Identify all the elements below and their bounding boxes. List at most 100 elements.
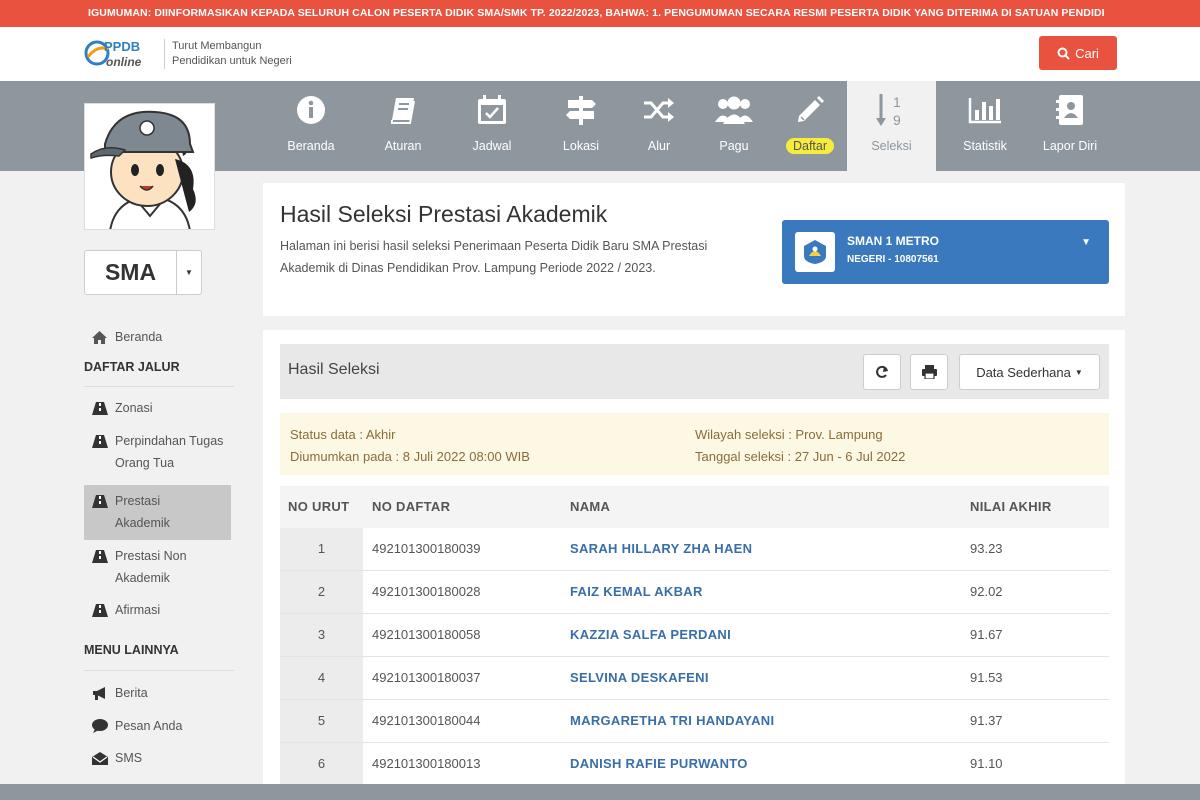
- nav-daftar[interactable]: Daftar: [768, 81, 852, 171]
- sidebar-item-prestasi-akademik[interactable]: Prestasi Akademik: [91, 490, 170, 534]
- selection-region: Wilayah seleksi : Prov. Lampung: [695, 427, 883, 442]
- sidebar-item-prestasi-non-akademik[interactable]: Prestasi Non Akademik: [91, 545, 187, 589]
- final-score: 91.37: [970, 713, 1003, 728]
- nav-alur[interactable]: Alur: [617, 81, 701, 171]
- student-name-link[interactable]: KAZZIA SALFA PERDANI: [570, 614, 731, 656]
- table-row: 4 492101300180037 SELVINA DESKAFENI 91.5…: [280, 657, 1109, 700]
- sidebar-item-sms[interactable]: SMS: [91, 747, 142, 769]
- logo-divider: [164, 39, 165, 69]
- search-button[interactable]: Cari: [1039, 36, 1117, 70]
- svg-text:online: online: [106, 55, 142, 69]
- student-name-link[interactable]: MARGARETHA TRI HANDAYANI: [570, 700, 774, 742]
- signpost-icon: [566, 96, 596, 125]
- col-no-urut: NO URUT: [288, 499, 350, 514]
- student-name-link[interactable]: SARAH HILLARY ZHA HAEN: [570, 528, 752, 570]
- nav-beranda[interactable]: Beranda: [269, 81, 353, 171]
- road-icon: [91, 401, 108, 415]
- registration-number: 492101300180013: [372, 756, 481, 771]
- panel-title: Hasil Seleksi: [288, 361, 380, 378]
- table-header: NO URUT NO DAFTAR NAMA NILAI AKHIR: [280, 486, 1109, 528]
- sidebar-item-label: Prestasi Non: [115, 549, 187, 563]
- nav-pagu[interactable]: Pagu: [692, 81, 776, 171]
- sort-numeric-icon: 19: [875, 94, 901, 128]
- col-nilai-akhir: NILAI AKHIR: [970, 499, 1052, 514]
- registration-number: 492101300180037: [372, 670, 481, 685]
- road-icon: [91, 549, 108, 563]
- sidebar-section-menu: MENU LAINNYA: [84, 643, 179, 657]
- row-number: 1: [280, 528, 363, 570]
- home-icon: [92, 330, 107, 344]
- registration-number: 492101300180039: [372, 541, 481, 556]
- sidebar-item-label-2: Orang Tua: [115, 456, 175, 470]
- refresh-button[interactable]: [863, 354, 901, 390]
- school-npsn: NEGERI - 10807561: [847, 254, 939, 265]
- nav-jadwal[interactable]: Jadwal: [450, 81, 534, 171]
- sidebar-item-label: SMS: [115, 751, 143, 765]
- sidebar-item-afirmasi[interactable]: Afirmasi: [91, 599, 160, 621]
- final-score: 91.10: [970, 756, 1003, 771]
- student-name-link[interactable]: FAIZ KEMAL AKBAR: [570, 571, 703, 613]
- print-button[interactable]: [910, 354, 948, 390]
- info-icon: [297, 96, 325, 124]
- tut-wuri-handayani-logo: [804, 240, 826, 264]
- student-name-link[interactable]: DANISH RAFIE PURWANTO: [570, 743, 748, 785]
- svg-text:9: 9: [893, 112, 901, 128]
- sidebar-item-perpindahan-tugas[interactable]: Perpindahan Tugas Orang Tua: [91, 430, 223, 474]
- tagline-line-1: Turut Membangun: [172, 40, 262, 52]
- nav-aturan[interactable]: Aturan: [361, 81, 445, 171]
- view-mode-label: Data Sederhana: [976, 364, 1071, 380]
- row-number: 2: [280, 571, 363, 613]
- row-number: 4: [280, 657, 363, 699]
- ppdb-logo[interactable]: PPDB online: [84, 35, 160, 71]
- col-nama: NAMA: [570, 499, 611, 514]
- sidebar-item-label: Beranda: [115, 330, 163, 344]
- registration-number: 492101300180044: [372, 713, 481, 728]
- student-avatar-illustration: [90, 110, 196, 229]
- bar-chart-icon: [968, 98, 1001, 124]
- nav-label: Statistik: [963, 139, 1007, 153]
- nav-label: Beranda: [287, 139, 335, 153]
- sidebar-item-zonasi[interactable]: Zonasi: [91, 397, 153, 419]
- announced-date: Diumumkan pada : 8 Juli 2022 08:00 WIB: [290, 449, 530, 464]
- final-score: 93.23: [970, 541, 1003, 556]
- book-icon: [391, 98, 415, 124]
- level-select[interactable]: SMA ▼: [84, 250, 202, 295]
- bottom-bar: [0, 784, 1200, 800]
- caret-down-icon: ▼: [1074, 367, 1083, 377]
- row-number: 3: [280, 614, 363, 656]
- search-button-label: Cari: [1075, 45, 1099, 61]
- pencil-icon: [798, 96, 824, 122]
- selection-info-box: Status data : Akhir Diumumkan pada : 8 J…: [280, 413, 1109, 475]
- sidebar-item-pesan-anda[interactable]: Pesan Anda: [91, 715, 182, 737]
- nav-seleksi[interactable]: 19 Seleksi: [847, 81, 936, 171]
- final-score: 91.53: [970, 670, 1003, 685]
- school-name: SMAN 1 METRO: [847, 234, 940, 248]
- users-icon: [715, 96, 753, 124]
- sidebar-item-berita[interactable]: Berita: [91, 682, 148, 704]
- nav-lokasi[interactable]: Lokasi: [539, 81, 623, 171]
- shuffle-icon: [644, 98, 674, 122]
- page-title: Hasil Seleksi Prestasi Akademik: [280, 201, 608, 227]
- sidebar-item-beranda[interactable]: Beranda: [91, 326, 162, 348]
- registration-number: 492101300180028: [372, 584, 481, 599]
- svg-text:1: 1: [893, 94, 901, 110]
- nav-label: Seleksi: [871, 139, 912, 153]
- sidebar-item-label: Zonasi: [115, 401, 153, 415]
- svg-text:PPDB: PPDB: [104, 39, 140, 54]
- student-name-link[interactable]: SELVINA DESKAFENI: [570, 657, 709, 699]
- nav-lapor-diri[interactable]: Lapor Diri: [1028, 81, 1112, 171]
- final-score: 92.02: [970, 584, 1003, 599]
- level-select-value: SMA: [85, 251, 177, 294]
- sidebar-item-label: Prestasi: [115, 494, 161, 508]
- sidebar-item-label-2: Akademik: [115, 516, 170, 530]
- nav-label: Pagu: [719, 139, 749, 153]
- sidebar-divider: [84, 670, 234, 671]
- view-mode-dropdown[interactable]: Data Sederhana ▼: [959, 354, 1100, 390]
- announcement-ticker: IGUMUMAN: DIINFORMASIKAN KEPADA SELURUH …: [0, 0, 1200, 27]
- school-selector[interactable]: SMAN 1 METRO NEGERI - 10807561 ▼: [782, 220, 1109, 284]
- school-logo: [795, 232, 835, 272]
- row-number: 5: [280, 700, 363, 742]
- print-icon: [921, 365, 937, 379]
- row-number: 6: [280, 743, 363, 785]
- nav-statistik[interactable]: Statistik: [943, 81, 1027, 171]
